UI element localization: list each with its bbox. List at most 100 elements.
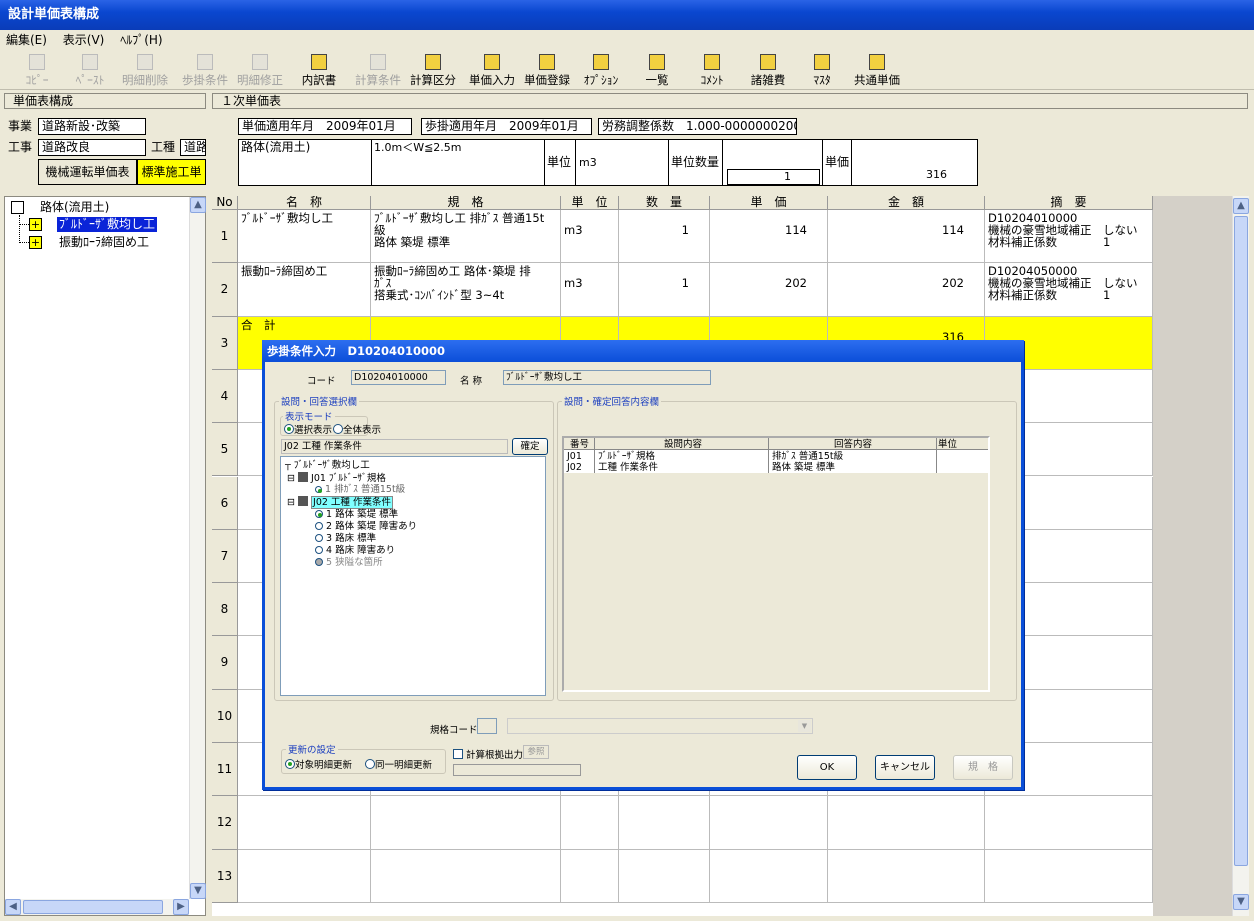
row-number[interactable]: 10: [212, 689, 238, 743]
expand-icon[interactable]: +: [29, 218, 42, 231]
chevron-down-icon[interactable]: ▼: [1233, 894, 1249, 910]
cell-qty[interactable]: [619, 849, 710, 903]
master-button[interactable]: ﾏｽﾀ: [808, 52, 836, 90]
spec-code-select[interactable]: ▼: [507, 718, 813, 734]
chevron-left-icon[interactable]: ◀: [5, 899, 21, 915]
tree-vscroll[interactable]: ▲ ▼: [189, 197, 206, 899]
cell-unit[interactable]: m3: [561, 263, 619, 317]
cell-spec[interactable]: [371, 849, 561, 903]
common-price-button[interactable]: 共通単価: [851, 52, 903, 90]
cell-price[interactable]: 114: [710, 210, 828, 264]
row-number[interactable]: 9: [212, 636, 238, 690]
jigyo-field[interactable]: 道路新設･改築: [38, 118, 146, 135]
row-number[interactable]: 13: [212, 849, 238, 903]
cell-amount[interactable]: [828, 849, 985, 903]
unit-price-input-button[interactable]: 単価入力: [466, 52, 518, 90]
answer-5[interactable]: 5 狭隘な箇所: [315, 557, 383, 568]
cell-qty[interactable]: [619, 796, 710, 850]
cancel-button[interactable]: キャンセル: [875, 755, 935, 780]
update-same-radio[interactable]: 同一明細更新: [365, 757, 432, 771]
cell-amount[interactable]: [828, 796, 985, 850]
scroll-thumb[interactable]: [1234, 216, 1248, 866]
ok-button[interactable]: OK: [797, 755, 857, 780]
cell-price[interactable]: [710, 796, 828, 850]
checkbox-icon[interactable]: [11, 201, 24, 214]
spec-button[interactable]: 規 格: [953, 755, 1013, 780]
cell-note[interactable]: D10204010000 機械の豪雪地域補正 しない 材料補正係数 1: [985, 210, 1153, 264]
calc-condition-button[interactable]: 計算条件: [352, 52, 404, 90]
cell-spec[interactable]: ﾌﾞﾙﾄﾞｰｻﾞ敷均し工 排ｶﾞｽ 普通15t 級 路体 築堤 標準: [371, 210, 561, 264]
breakdown-button[interactable]: 内訳書: [299, 52, 339, 90]
cell-qty[interactable]: 1: [619, 263, 710, 317]
tree-q1-node[interactable]: ⊟ J01 ﾌﾞﾙﾄﾞｰｻﾞ規格: [287, 472, 386, 484]
chevron-up-icon[interactable]: ▲: [1233, 198, 1249, 214]
answer-2[interactable]: 2 路体 築堤 障害あり: [315, 521, 417, 532]
cell-name[interactable]: ﾌﾞﾙﾄﾞｰｻﾞ敷均し工: [238, 210, 371, 264]
cell-note[interactable]: D10204050000 機械の豪雪地域補正 しない 材料補正係数 1: [985, 263, 1153, 317]
grid-vscroll[interactable]: ▲ ▼: [1232, 196, 1249, 916]
answer-3[interactable]: 3 路床 標準: [315, 533, 376, 544]
tree-root[interactable]: 路体(流用土): [40, 200, 109, 215]
chevron-down-icon[interactable]: ▼: [190, 883, 206, 899]
calc-output-checkbox[interactable]: 計算根拠出力: [453, 747, 523, 761]
row-number[interactable]: 11: [212, 743, 238, 797]
list-button[interactable]: 一覧: [643, 52, 671, 90]
expand-icon[interactable]: +: [29, 236, 42, 249]
step-condition-button[interactable]: 歩掛条件: [178, 52, 232, 90]
tree-hscroll[interactable]: ◀ ▶: [5, 899, 189, 915]
cell-price[interactable]: 202: [710, 263, 828, 317]
cell-unit[interactable]: [561, 849, 619, 903]
scroll-thumb[interactable]: [23, 900, 163, 914]
cell-spec[interactable]: 振動ﾛｰﾗ締固め工 路体･築堤 排 ｶﾞｽ 搭乗式･ｺﾝﾊﾞｲﾝﾄﾞ型 3~4t: [371, 263, 561, 317]
cell-name[interactable]: 振動ﾛｰﾗ締固め工: [238, 263, 371, 317]
tab-machine-price[interactable]: 機械運転単価表: [38, 159, 137, 185]
cell-note[interactable]: [985, 849, 1153, 903]
cell-spec[interactable]: [371, 796, 561, 850]
row-number[interactable]: 3: [212, 316, 238, 370]
cell-name[interactable]: [238, 796, 371, 850]
cell-amount[interactable]: 202: [828, 263, 985, 317]
answer-1[interactable]: 1 路体 築堤 標準: [315, 509, 398, 520]
cell-note[interactable]: [985, 796, 1153, 850]
copy-button[interactable]: ｺﾋﾟｰ: [22, 52, 52, 90]
mode-all-radio[interactable]: 全体表示: [333, 422, 381, 436]
cell-unit[interactable]: m3: [561, 210, 619, 264]
row-number[interactable]: 6: [212, 476, 238, 530]
tree-root-node[interactable]: ┬ ﾌﾞﾙﾄﾞｰｻﾞ敷均し工: [285, 460, 370, 471]
koshu-field[interactable]: 道路: [180, 139, 206, 156]
qty-field[interactable]: 1: [727, 169, 820, 185]
cell-price[interactable]: [710, 849, 828, 903]
row-number[interactable]: 4: [212, 369, 238, 424]
cell-amount[interactable]: 114: [828, 210, 985, 264]
koji-field[interactable]: 道路改良: [38, 139, 146, 156]
tab-standard-work[interactable]: 標準施工単: [137, 159, 206, 185]
tree-q1-answer[interactable]: 1 排ｶﾞｽ 普通15t級: [315, 484, 405, 495]
chevron-right-icon[interactable]: ▶: [173, 899, 189, 915]
tree-q2-node[interactable]: ⊟ J02 工種 作業条件: [287, 496, 393, 509]
mode-select-radio[interactable]: 選択表示: [284, 422, 332, 436]
row-number[interactable]: 1: [212, 210, 238, 264]
calc-class-button[interactable]: 計算区分: [407, 52, 459, 90]
modify-detail-button[interactable]: 明細修正: [234, 52, 286, 90]
confirm-button[interactable]: 確定: [512, 438, 548, 455]
cell-unit[interactable]: [561, 796, 619, 850]
row-number[interactable]: 5: [212, 423, 238, 477]
unit-price-register-button[interactable]: 単価登録: [521, 52, 573, 90]
menu-help[interactable]: ﾍﾙﾌﾟ(H): [114, 30, 168, 50]
options-button[interactable]: ｵﾌﾟｼｮﾝ: [580, 52, 622, 90]
menu-edit[interactable]: 編集(E): [0, 30, 53, 50]
row-number[interactable]: 7: [212, 529, 238, 584]
row-number[interactable]: 2: [212, 263, 238, 317]
answer-4[interactable]: 4 路床 障害あり: [315, 545, 395, 556]
row-number[interactable]: 8: [212, 583, 238, 637]
paste-button[interactable]: ﾍﾟｰｽﾄ: [70, 52, 110, 90]
delete-detail-button[interactable]: 明細削除: [118, 52, 172, 90]
cell-qty[interactable]: 1: [619, 210, 710, 264]
misc-cost-button[interactable]: 諸雑費: [748, 52, 788, 90]
update-target-radio[interactable]: 対象明細更新: [285, 757, 352, 771]
chevron-up-icon[interactable]: ▲: [190, 197, 206, 213]
cell-name[interactable]: [238, 849, 371, 903]
spec-code-field[interactable]: [477, 718, 497, 734]
ref-button[interactable]: 参照: [523, 745, 549, 759]
row-number[interactable]: 12: [212, 796, 238, 850]
